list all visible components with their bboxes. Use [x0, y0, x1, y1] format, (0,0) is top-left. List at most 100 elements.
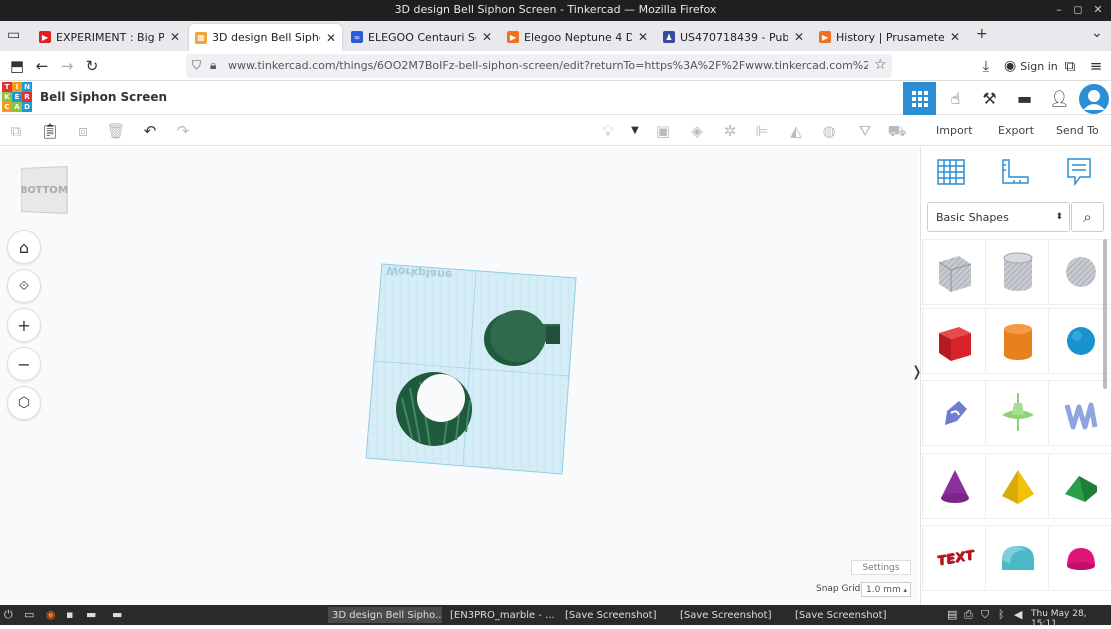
- blocks-button[interactable]: ☝: [939, 82, 972, 115]
- bluetooth-icon[interactable]: ᛒ: [998, 608, 1005, 621]
- shape-half-cylinder[interactable]: [985, 525, 1051, 591]
- redo-icon[interactable]: ↷: [173, 122, 193, 140]
- firefox-view-icon[interactable]: ▭: [7, 27, 20, 43]
- maximize-button[interactable]: ◻: [1071, 3, 1085, 16]
- export-button[interactable]: Export: [998, 124, 1034, 137]
- design-title[interactable]: Bell Siphon Screen: [40, 90, 167, 104]
- cap-object[interactable]: [480, 306, 564, 370]
- lock-icon[interactable]: 🔒︎: [210, 58, 216, 73]
- shape-text[interactable]: TEXT: [922, 525, 988, 591]
- shape-text-outline[interactable]: [1048, 380, 1111, 446]
- mirror-icon[interactable]: ◭: [786, 122, 806, 140]
- send-to-button[interactable]: Send To: [1056, 124, 1099, 137]
- ruler-icon[interactable]: ⛛: [855, 122, 875, 140]
- panel-scrollbar[interactable]: [1103, 239, 1107, 389]
- tinkercad-logo[interactable]: T I N K E R C A D: [2, 82, 32, 112]
- list-all-tabs-icon[interactable]: ⌄: [1091, 25, 1103, 41]
- task-save-screenshot-2[interactable]: [Save Screenshot]: [676, 607, 786, 623]
- sign-in-button[interactable]: ◉ Sign in: [1004, 56, 1058, 76]
- collapse-panel-button[interactable]: ❭: [911, 364, 923, 380]
- screen-ring-object[interactable]: [392, 368, 476, 448]
- extensions-icon[interactable]: ⧉: [1060, 57, 1080, 75]
- minimize-button[interactable]: –: [1052, 3, 1066, 16]
- notes-tool-button[interactable]: [1063, 157, 1095, 187]
- clipboard-icon[interactable]: ▤: [947, 608, 957, 621]
- fit-view-button[interactable]: ⟐: [7, 269, 41, 303]
- tab-elegoo-neptune[interactable]: ▶ Elegoo Neptune 4 Display S ✕: [501, 25, 654, 49]
- start-menu-icon[interactable]: ⏻: [4, 608, 13, 622]
- url-bar[interactable]: ⛉ 🔒︎ www.tinkercad.com/things/6OO2M7BoIF…: [186, 54, 892, 78]
- shape-paraboloid[interactable]: [1048, 525, 1111, 591]
- printer-icon[interactable]: ⎙: [964, 608, 973, 622]
- shape-cylinder[interactable]: [985, 308, 1051, 374]
- light-bulb-icon[interactable]: 💡︎: [598, 122, 618, 140]
- ungroup-icon[interactable]: ◈: [687, 122, 707, 140]
- shape-search-button[interactable]: ⌕: [1071, 202, 1104, 232]
- reload-button[interactable]: ↻: [82, 57, 102, 75]
- copy-icon[interactable]: ⧉: [6, 122, 26, 140]
- task-en3pro[interactable]: [EN3PRO_marble - ...: [446, 607, 556, 623]
- task-firefox[interactable]: 3D design Bell Sipho...: [328, 607, 442, 623]
- shape-cylinder-hole[interactable]: [985, 239, 1051, 305]
- firefox-icon[interactable]: ◉: [46, 608, 56, 621]
- shape-graphic[interactable]: [985, 380, 1051, 446]
- orthographic-view-button[interactable]: ⬡: [7, 386, 41, 420]
- back-button[interactable]: ←: [32, 57, 52, 75]
- shape-box[interactable]: [922, 308, 988, 374]
- zoom-in-button[interactable]: +: [7, 308, 41, 342]
- circuits-button[interactable]: ⚒: [973, 82, 1006, 115]
- close-tab-icon[interactable]: ✕: [482, 30, 492, 44]
- shape-category-select[interactable]: Basic Shapes ⬍: [927, 202, 1070, 232]
- forward-button[interactable]: →: [57, 57, 77, 75]
- shape-scribble[interactable]: [922, 380, 988, 446]
- shape-box-hole[interactable]: [922, 239, 988, 305]
- close-tab-icon[interactable]: ✕: [638, 30, 648, 44]
- tab-elegoo-centauri[interactable]: ∞ ELEGOO Centauri Series – E ✕: [345, 25, 498, 49]
- paste-icon[interactable]: 📋︎: [40, 122, 60, 140]
- shape-sphere[interactable]: [1048, 308, 1111, 374]
- delete-icon[interactable]: 🗑︎: [106, 122, 126, 140]
- volume-icon[interactable]: ◀: [1014, 608, 1022, 621]
- profile-avatar[interactable]: [1077, 82, 1111, 115]
- url-text[interactable]: www.tinkercad.com/things/6OO2M7BoIFz-bel…: [228, 59, 868, 72]
- bricks-button[interactable]: ▬: [1008, 82, 1041, 115]
- shape-sphere-hole[interactable]: [1048, 239, 1111, 305]
- snap-grid-select[interactable]: 1.0 mm ▴: [861, 582, 911, 597]
- workplane-tool-button[interactable]: [935, 157, 967, 187]
- ruler-tool-button[interactable]: [999, 157, 1031, 187]
- shield-icon[interactable]: ⛉: [192, 58, 201, 73]
- show-desktop-icon[interactable]: ▭: [24, 608, 34, 621]
- new-tab-button[interactable]: +: [976, 26, 988, 42]
- sidebar-icon[interactable]: ⬒: [7, 57, 27, 75]
- bookmark-star-icon[interactable]: ☆: [874, 57, 887, 73]
- shape-pyramid[interactable]: [985, 453, 1051, 519]
- tab-prusameter[interactable]: ▶ History | Prusameter | Printa ✕: [813, 25, 966, 49]
- folder-icon[interactable]: ▬: [112, 608, 122, 621]
- duplicate-icon[interactable]: ⧈: [73, 122, 93, 140]
- downloads-icon[interactable]: ⤓: [976, 57, 996, 75]
- home-view-button[interactable]: ⌂: [7, 230, 41, 264]
- tab-uspto[interactable]: ♟ US470718439 - Publish | Ne ✕: [657, 25, 810, 49]
- close-tab-icon[interactable]: ✕: [326, 31, 336, 45]
- task-save-screenshot-3[interactable]: [Save Screenshot]: [791, 607, 901, 623]
- view-cube[interactable]: BOTTOM: [21, 166, 68, 214]
- import-button[interactable]: Import: [936, 124, 973, 137]
- clock[interactable]: Thu May 28, 15:11: [1031, 609, 1111, 629]
- files-icon[interactable]: ▬: [86, 608, 96, 621]
- 3d-view-button[interactable]: [903, 82, 936, 115]
- zoom-out-button[interactable]: −: [7, 347, 41, 381]
- tab-tinkercad[interactable]: ▦ 3D design Bell Siphon Scree ✕: [189, 24, 342, 51]
- invite-button[interactable]: 👤︎: [1043, 82, 1076, 115]
- undo-icon[interactable]: ↶: [140, 122, 160, 140]
- task-save-screenshot-1[interactable]: [Save Screenshot]: [561, 607, 671, 623]
- align-icon[interactable]: ⊫: [752, 122, 772, 140]
- close-window-button[interactable]: ✕: [1091, 3, 1105, 16]
- group-icon[interactable]: ▣: [653, 122, 673, 140]
- menu-icon[interactable]: ≡: [1086, 57, 1106, 75]
- terminal-icon[interactable]: ▪: [66, 608, 73, 621]
- tab-experiment[interactable]: ▶ EXPERIMENT : Big Pink Erup ✕: [33, 25, 186, 49]
- workplane-icon[interactable]: ◍: [819, 122, 839, 140]
- shield-icon[interactable]: ⛉: [981, 608, 989, 622]
- shape-roof[interactable]: [1048, 453, 1111, 519]
- settings-button[interactable]: Settings: [851, 560, 911, 575]
